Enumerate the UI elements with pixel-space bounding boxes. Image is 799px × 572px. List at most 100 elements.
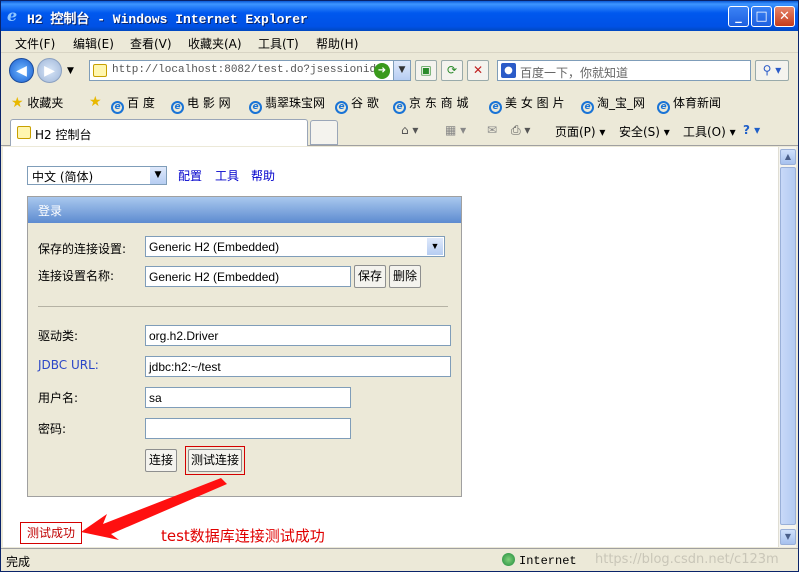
ie-page-icon: e xyxy=(171,101,184,114)
scroll-thumb[interactable] xyxy=(780,167,796,525)
tab-title: H2 控制台 xyxy=(35,128,92,142)
address-url[interactable]: http://localhost:8082/test.do?jsessionid… xyxy=(112,64,389,76)
connect-button[interactable]: 连接 xyxy=(145,449,177,472)
favorites-star-icon: ★ xyxy=(11,95,24,111)
menu-file[interactable]: 文件(F) xyxy=(15,35,55,52)
ie-page-icon: e xyxy=(657,101,670,114)
scroll-down-icon[interactable]: ▼ xyxy=(780,529,796,545)
password-input[interactable] xyxy=(145,418,351,439)
menu-edit[interactable]: 编辑(E) xyxy=(73,35,114,52)
language-select[interactable]: 中文 (简体) ▼ xyxy=(27,166,167,185)
address-bar[interactable]: http://localhost:8082/test.do?jsessionid… xyxy=(89,60,411,81)
link-help[interactable]: 帮助 xyxy=(251,167,275,184)
browser-window: e H2 控制台 - Windows Internet Explorer _ □… xyxy=(0,0,799,572)
minimize-button[interactable]: _ xyxy=(728,6,749,27)
test-success-message: 测试成功 xyxy=(20,522,82,544)
status-bar: 完成 Internet https://blog.csdn.net/c123m xyxy=(1,548,798,571)
tab-strip: H2 控制台 ⌂ ▾ ▦ ▾ ✉ ⎙ ▾ 页面(P) ▾ 安全(S) ▾ 工具(… xyxy=(1,115,798,146)
help-icon[interactable]: ? ▾ xyxy=(743,123,760,137)
feeds-icon[interactable]: ▦ ▾ xyxy=(445,123,466,137)
panel-title: 登录 xyxy=(28,197,461,223)
password-label: 密码: xyxy=(38,422,67,436)
driver-input[interactable]: org.h2.Driver xyxy=(145,325,451,346)
close-button[interactable]: ✕ xyxy=(774,6,795,27)
menu-bar: 文件(F) 编辑(E) 查看(V) 收藏夹(A) 工具(T) 帮助(H) xyxy=(1,31,798,53)
username-label: 用户名: xyxy=(38,391,79,405)
ie-logo-icon: e xyxy=(7,6,18,25)
jdbc-url-input[interactable]: jdbc:h2:~/test xyxy=(145,356,451,377)
ie-page-icon: e xyxy=(581,101,594,114)
favorite-link-7[interactable]: e 淘_宝_网 xyxy=(581,94,645,114)
ie-page-icon: e xyxy=(489,101,502,114)
menu-tools[interactable]: 工具(T) xyxy=(258,35,299,52)
setting-name-label: 连接设置名称: xyxy=(38,269,115,283)
new-tab-button[interactable] xyxy=(310,120,338,145)
favorite-link-6[interactable]: e美 女 图 片 xyxy=(489,94,564,114)
menu-favorites[interactable]: 收藏夹(A) xyxy=(188,35,242,52)
add-favorite-button[interactable]: ★ xyxy=(89,94,102,110)
baidu-icon: ● xyxy=(501,63,516,78)
saved-settings-select[interactable]: Generic H2 (Embedded) ▼ xyxy=(145,236,445,257)
maximize-button[interactable]: □ xyxy=(751,6,772,27)
back-button[interactable]: ◀ xyxy=(9,58,34,83)
link-tools[interactable]: 工具 xyxy=(215,167,239,184)
driver-label: 驱动类: xyxy=(38,329,79,343)
vertical-scrollbar[interactable]: ▲ ▼ xyxy=(778,147,796,547)
add-favorite-icon: ★ xyxy=(89,94,102,110)
menu-help[interactable]: 帮助(H) xyxy=(316,35,358,52)
favorites-label: 收藏夹 xyxy=(27,96,64,110)
security-zone: Internet xyxy=(502,553,577,568)
test-connection-button[interactable]: 测试连接 xyxy=(188,449,242,472)
address-dropdown-icon[interactable]: ▼ xyxy=(393,61,410,80)
favorite-link-1[interactable]: e百 度 xyxy=(111,94,155,114)
stop-button[interactable]: ✕ xyxy=(467,60,489,81)
chevron-down-icon: ▼ xyxy=(427,238,443,255)
window-title: H2 控制台 - Windows Internet Explorer xyxy=(27,12,308,27)
mail-icon[interactable]: ✉ xyxy=(487,123,497,137)
favorites-bar: ★ 收藏夹 ★ e百 度 e电 影 网 e 翡翠珠宝网 e谷 歌 e京 东 商 城… xyxy=(1,89,798,114)
go-icon[interactable]: ➜ xyxy=(374,63,390,79)
tab-favicon-icon xyxy=(17,126,31,139)
annotation-text: test数据库连接测试成功 xyxy=(161,527,325,545)
history-dropdown-icon[interactable]: ▼ xyxy=(67,66,74,76)
jdbc-url-label: JDBC URL: xyxy=(38,358,99,372)
safety-menu[interactable]: 安全(S) ▾ xyxy=(619,123,670,140)
compat-view-button[interactable]: ▣ xyxy=(415,60,437,81)
watermark: https://blog.csdn.net/c123m xyxy=(595,552,779,567)
chevron-down-icon: ▼ xyxy=(150,167,166,184)
menu-view[interactable]: 查看(V) xyxy=(130,35,172,52)
print-icon[interactable]: ⎙ ▾ xyxy=(511,123,530,138)
address-toolbar: ◀ ▶ ▼ http://localhost:8082/test.do?jses… xyxy=(1,54,798,87)
tab-h2-console[interactable]: H2 控制台 xyxy=(10,119,308,146)
favorite-link-8[interactable]: e 体育新闻 xyxy=(657,94,721,114)
search-placeholder: 百度一下，你就知道 xyxy=(520,66,629,80)
title-bar[interactable]: e H2 控制台 - Windows Internet Explorer _ □… xyxy=(1,1,798,31)
ie-page-icon: e xyxy=(111,101,124,114)
page-menu[interactable]: 页面(P) ▾ xyxy=(555,123,605,140)
favorite-link-4[interactable]: e谷 歌 xyxy=(335,94,379,114)
search-box[interactable]: ● 百度一下，你就知道 xyxy=(497,60,751,81)
ie-page-icon: e xyxy=(335,101,348,114)
setting-name-input[interactable]: Generic H2 (Embedded) xyxy=(145,266,351,287)
favorites-button[interactable]: ★ 收藏夹 xyxy=(11,94,63,111)
globe-icon xyxy=(502,553,515,566)
ie-page-icon: e xyxy=(249,101,262,114)
refresh-button[interactable]: ⟳ xyxy=(441,60,463,81)
search-button[interactable]: ⚲ ▾ xyxy=(755,60,789,81)
favorite-link-3[interactable]: e 翡翠珠宝网 xyxy=(249,94,325,114)
scroll-up-icon[interactable]: ▲ xyxy=(780,149,796,165)
delete-button[interactable]: 删除 xyxy=(389,265,421,288)
status-text: 完成 xyxy=(6,555,31,569)
favorite-link-5[interactable]: e京 东 商 城 xyxy=(393,94,468,114)
tools-menu[interactable]: 工具(O) ▾ xyxy=(683,123,736,140)
save-button[interactable]: 保存 xyxy=(354,265,386,288)
ie-page-icon: e xyxy=(393,101,406,114)
username-input[interactable]: sa xyxy=(145,387,351,408)
home-icon[interactable]: ⌂ ▾ xyxy=(401,123,418,137)
favorite-link-2[interactable]: e电 影 网 xyxy=(171,94,231,114)
link-preferences[interactable]: 配置 xyxy=(178,167,202,184)
page-content: 中文 (简体) ▼ 配置 工具 帮助 登录 保存的连接设置: Generic H… xyxy=(3,147,778,547)
divider xyxy=(38,306,448,307)
login-panel: 登录 保存的连接设置: Generic H2 (Embedded) ▼ 连接设置… xyxy=(27,196,462,497)
forward-button[interactable]: ▶ xyxy=(37,58,62,83)
